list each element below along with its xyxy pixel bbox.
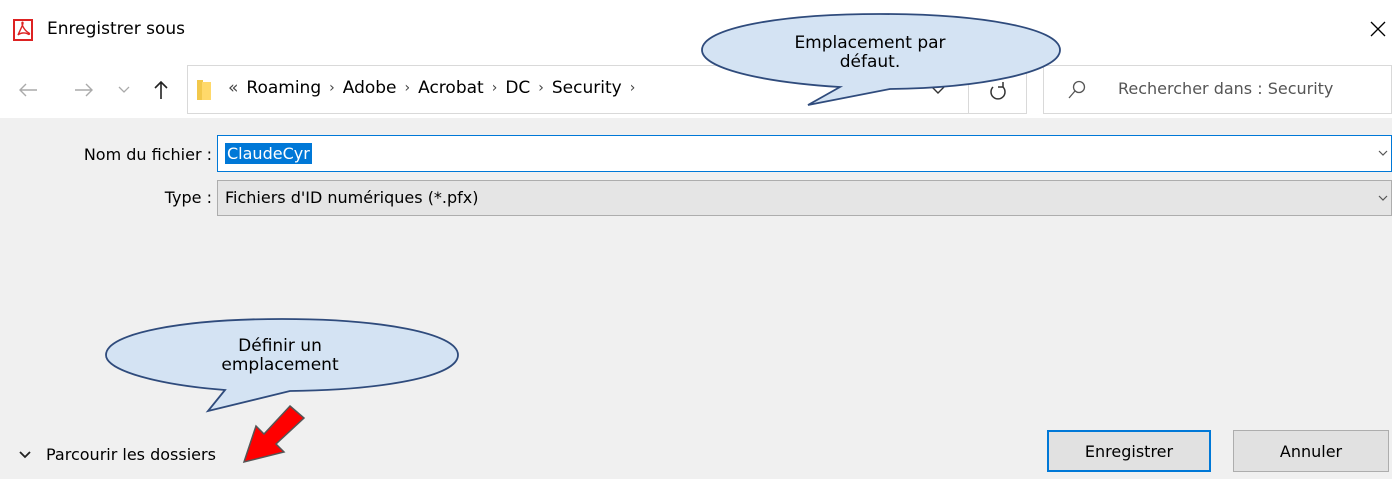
recent-locations-button[interactable] [115, 76, 133, 104]
forward-button[interactable] [70, 76, 98, 104]
breadcrumb-item-acrobat[interactable]: Acrobat [418, 78, 484, 98]
search-icon [1068, 80, 1086, 99]
folder-icon [197, 80, 211, 100]
chevron-down-icon [1378, 195, 1388, 201]
window-title: Enregistrer sous [47, 19, 185, 39]
callout-set-location: Définir un emplacement [100, 315, 470, 415]
breadcrumb-separator-icon[interactable]: › [329, 80, 335, 96]
browse-folders-label: Parcourir les dossiers [46, 445, 216, 464]
red-arrow-icon [242, 404, 306, 464]
cancel-button[interactable]: Annuler [1233, 430, 1389, 472]
chevron-down-icon [118, 86, 130, 93]
breadcrumb-item-security[interactable]: Security [552, 78, 622, 98]
chevron-down-icon[interactable] [1377, 146, 1389, 160]
save-button[interactable]: Enregistrer [1047, 430, 1211, 472]
breadcrumb: « Roaming › Adobe › Acrobat › DC › Secur… [228, 78, 643, 98]
callout-text-line: emplacement [221, 355, 339, 375]
breadcrumb-item-adobe[interactable]: Adobe [343, 78, 397, 98]
callout-text-line: Définir un [238, 336, 322, 356]
breadcrumb-overflow[interactable]: « [228, 78, 238, 98]
breadcrumb-separator-icon[interactable]: › [538, 80, 544, 96]
save-form: Nom du fichier : ClaudeCyr Type : Fichie… [0, 118, 1392, 479]
breadcrumb-separator-icon[interactable]: › [492, 80, 498, 96]
breadcrumb-separator-icon[interactable]: › [630, 80, 636, 96]
callout-text-line: défaut. [839, 52, 901, 72]
type-label: Type : [164, 188, 212, 207]
forward-arrow-icon [75, 83, 93, 97]
back-arrow-icon [19, 83, 37, 97]
back-button[interactable] [14, 76, 42, 104]
chevron-down-icon [19, 450, 31, 458]
breadcrumb-item-roaming[interactable]: Roaming [246, 78, 321, 98]
breadcrumb-separator-icon[interactable]: › [405, 80, 411, 96]
filename-input[interactable]: ClaudeCyr [217, 135, 1392, 172]
search-placeholder[interactable]: Rechercher dans : Security [1118, 79, 1333, 98]
file-type-select[interactable]: Fichiers d'ID numériques (*.pfx) [217, 180, 1392, 216]
file-type-value: Fichiers d'ID numériques (*.pfx) [225, 188, 479, 207]
browse-folders-toggle[interactable]: Parcourir les dossiers [18, 445, 216, 464]
up-folder-button[interactable] [148, 76, 174, 104]
close-icon[interactable] [1364, 14, 1392, 44]
callout-default-location: Emplacement par défaut. [690, 10, 1070, 110]
up-arrow-icon [154, 80, 168, 99]
breadcrumb-item-dc[interactable]: DC [505, 78, 530, 98]
search-box[interactable]: Rechercher dans : Security [1043, 65, 1392, 114]
callout-text-line: Emplacement par [794, 33, 946, 53]
filename-selected-text[interactable]: ClaudeCyr [225, 143, 312, 164]
filename-label: Nom du fichier : [83, 145, 212, 164]
acrobat-pdf-icon [13, 19, 33, 41]
